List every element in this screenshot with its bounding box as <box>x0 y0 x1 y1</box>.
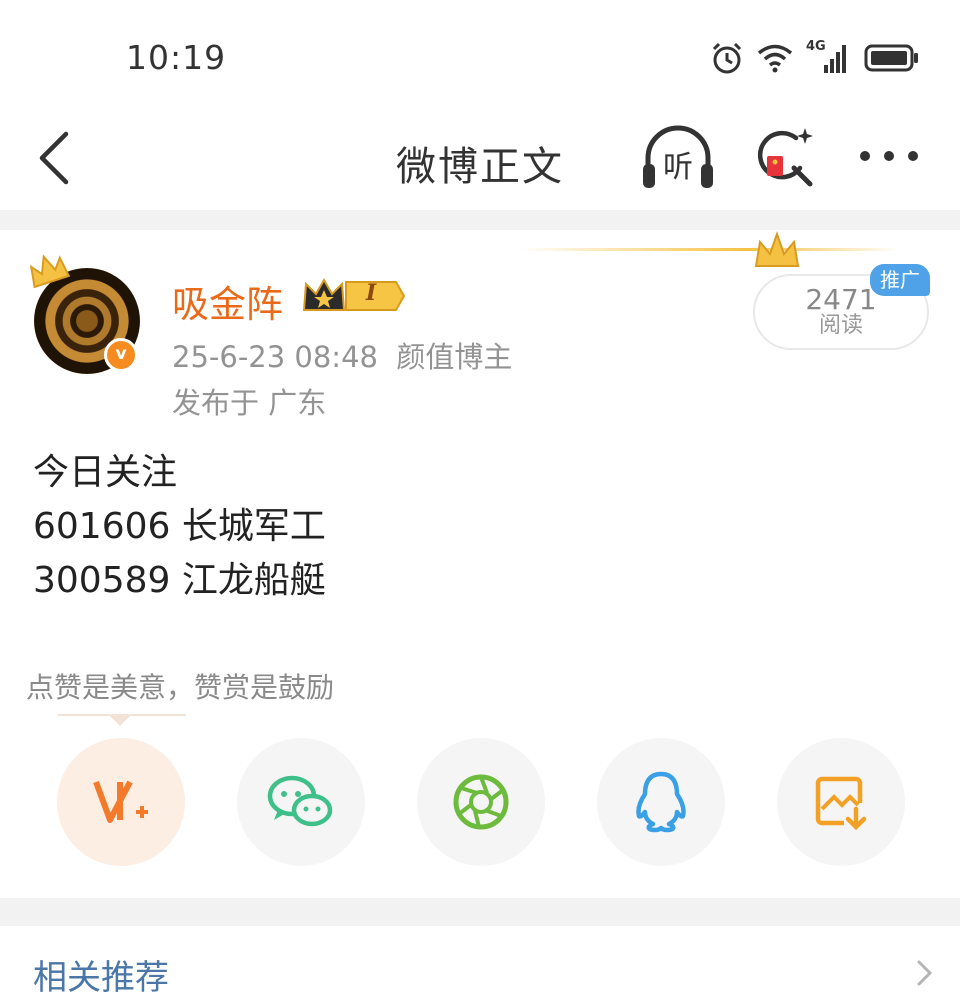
post-meta: 25-6-23 08:48 颜值博主 <box>172 340 513 374</box>
listen-label: 听 <box>663 150 693 185</box>
vip-reward-button[interactable] <box>57 738 185 866</box>
qq-share-button[interactable] <box>597 738 725 866</box>
listen-button[interactable]: 听 <box>640 124 716 194</box>
crown-decoration-icon <box>754 230 800 267</box>
status-icons: 4G <box>710 36 920 80</box>
signal-icon: 4G <box>806 39 852 75</box>
search-redpacket-icon[interactable] <box>752 124 818 194</box>
camera-shutter-icon <box>453 774 509 830</box>
nav-bar: 微博正文 听 <box>0 110 960 210</box>
status-bar: 10:19 4G <box>0 0 960 110</box>
content-line: 今日关注 <box>33 452 178 493</box>
decoration-line <box>520 248 900 251</box>
save-image-button[interactable] <box>777 738 905 866</box>
reward-prompt: 点赞是美意，赞赏是鼓励 <box>26 671 335 704</box>
moments-share-button[interactable] <box>417 738 545 866</box>
post-card: v 吸金阵 I 25-6-23 08:48 颜值博主 发布于 广东 2471 阅… <box>0 230 960 898</box>
content-line: 300589 江龙船艇 <box>33 560 326 601</box>
status-time: 10:19 <box>126 38 227 77</box>
divider <box>0 898 960 926</box>
alarm-icon <box>712 42 742 74</box>
content-line: 601606 长城军工 <box>33 506 326 547</box>
related-title: 相关推荐 <box>33 958 169 993</box>
vip-crown-icon <box>302 277 406 311</box>
username[interactable]: 吸金阵 <box>172 274 283 328</box>
level-label: I <box>365 280 377 306</box>
wechat-icon <box>267 775 333 827</box>
share-row <box>0 738 960 868</box>
avatar[interactable]: v <box>29 254 142 374</box>
battery-icon <box>864 44 918 72</box>
post-content: 今日关注 601606 长城军工 300589 江龙船艇 <box>33 446 326 608</box>
more-icon[interactable] <box>856 136 922 176</box>
related-section[interactable]: 相关推荐 <box>0 926 960 993</box>
member-level-badge[interactable]: I <box>300 276 406 316</box>
read-label: 阅读 <box>818 313 863 338</box>
reward-caret <box>108 714 132 726</box>
post-location: 发布于 广东 <box>172 386 327 420</box>
wechat-share-button[interactable] <box>237 738 365 866</box>
chevron-right-icon <box>917 960 933 986</box>
verified-badge-icon: v <box>104 338 138 372</box>
divider <box>0 210 960 230</box>
wifi-icon <box>757 44 793 73</box>
promo-tag[interactable]: 推广 <box>870 264 930 296</box>
save-image-icon <box>815 776 867 831</box>
qq-penguin-icon <box>636 771 686 833</box>
vip-plus-icon <box>93 780 148 823</box>
